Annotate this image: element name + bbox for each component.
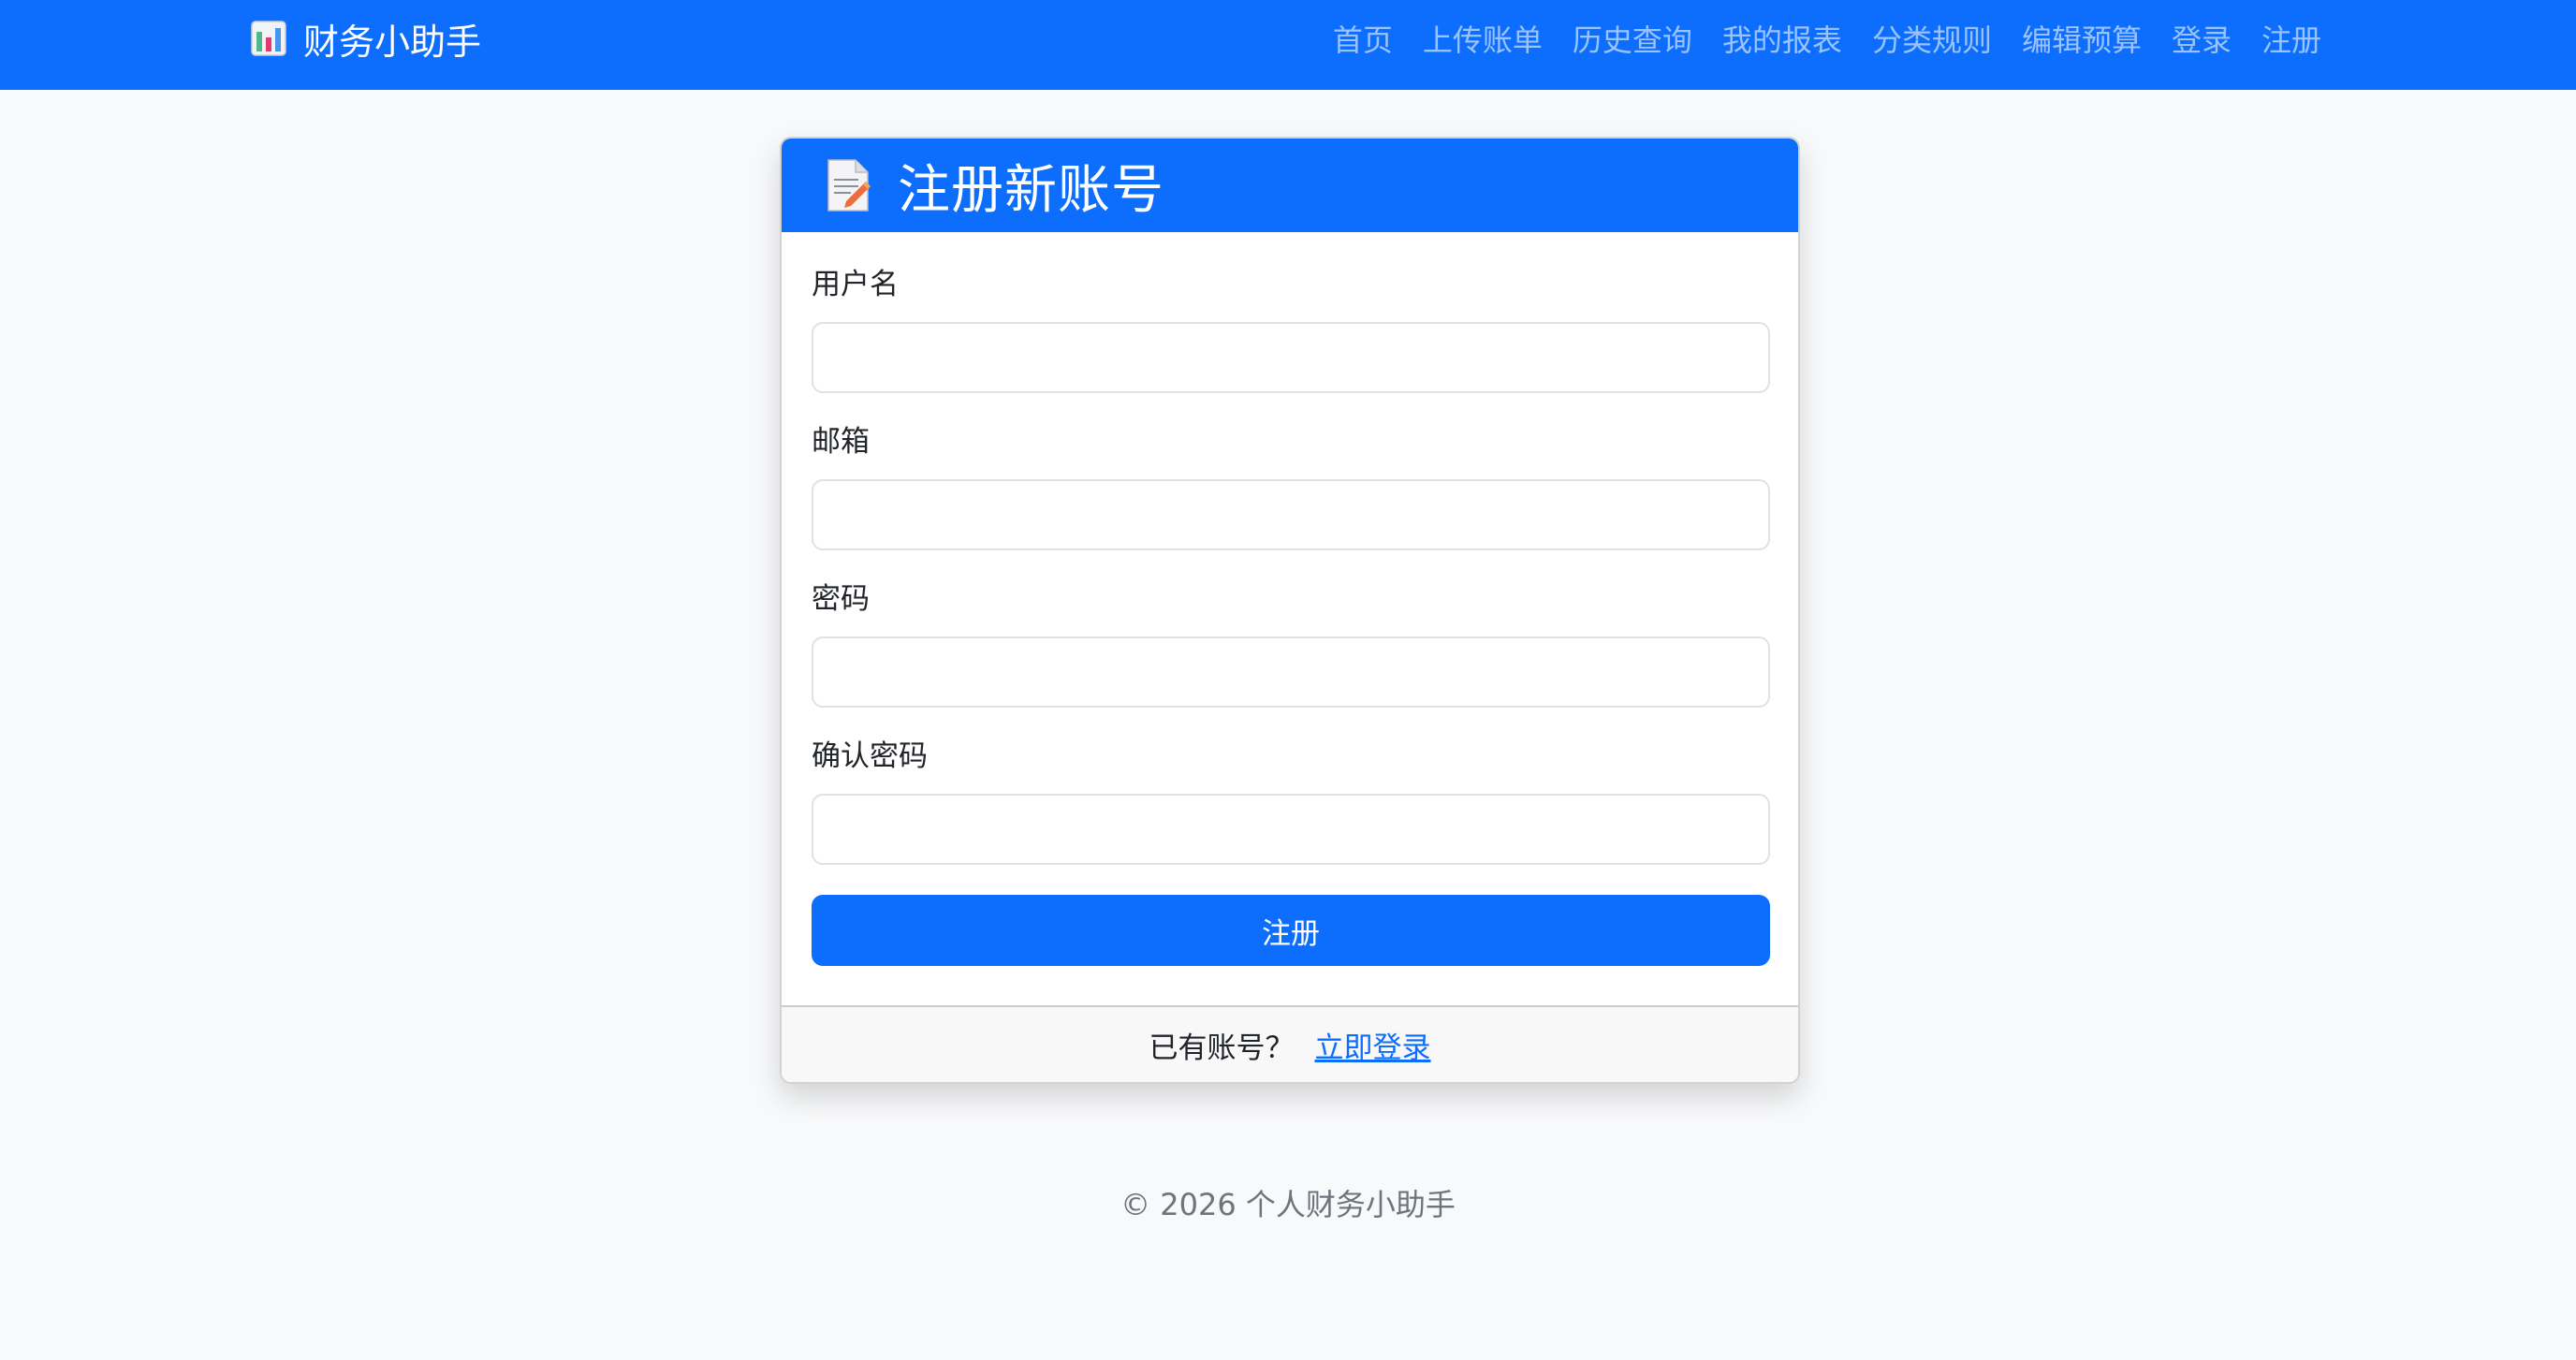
password-label: 密码 [812,582,870,616]
username-label: 用户名 [812,268,899,301]
nav-link-reports[interactable]: 我的报表 [1722,17,1842,60]
password-group: 密码 [812,580,1770,708]
username-input[interactable] [812,322,1770,393]
card-title: 注册新账号 [898,159,1164,221]
nav-link-login[interactable]: 登录 [2172,17,2232,60]
email-group: 邮箱 [812,423,1770,550]
confirm-password-group: 确认密码 [812,738,1770,865]
confirm-password-label: 确认密码 [812,739,928,773]
nav-link-register[interactable]: 注册 [2261,17,2321,60]
username-group: 用户名 [812,266,1770,393]
register-form: 用户名 邮箱 密码 确认密码 注册 [782,232,1798,966]
nav-link-history[interactable]: 历史查询 [1573,17,1692,60]
memo-icon [827,159,871,212]
register-submit-button[interactable]: 注册 [812,895,1770,966]
card-header: 注册新账号 [782,139,1798,232]
email-label: 邮箱 [812,425,870,459]
have-account-text: 已有账号？ [1149,1031,1295,1065]
confirm-password-input[interactable] [812,794,1770,865]
card-footer: 已有账号？ 立即登录 [782,1005,1798,1082]
brand-name: 财务小助手 [303,21,482,63]
nav-link-budget[interactable]: 编辑预算 [2022,17,2142,60]
bar-chart-icon [251,21,286,56]
copyright-footer: © 2026 个人财务小助手 [1120,1187,1456,1222]
top-navbar: 财务小助手 首页 上传账单 历史查询 我的报表 分类规则 编辑预算 登录 注册 [0,0,2576,90]
email-input[interactable] [812,479,1770,550]
password-input[interactable] [812,636,1770,708]
nav-link-rules[interactable]: 分类规则 [1872,17,1992,60]
nav-link-upload[interactable]: 上传账单 [1423,17,1543,60]
brand-link[interactable]: 财务小助手 [251,0,481,77]
nav-link-home[interactable]: 首页 [1333,17,1393,60]
login-now-link[interactable]: 立即登录 [1315,1024,1431,1066]
nav-links: 首页 上传账单 历史查询 我的报表 分类规则 编辑预算 登录 注册 [1333,0,2321,77]
register-card: 注册新账号 用户名 邮箱 密码 确认密码 注册 已有账号？ 立即登录 [780,137,1800,1084]
